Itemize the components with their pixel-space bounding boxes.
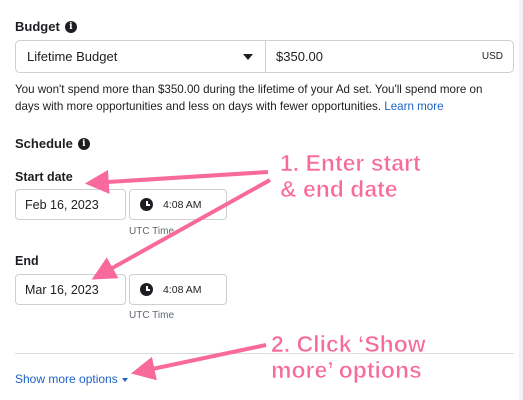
annotation-arrows <box>84 169 271 381</box>
arrow-to-start-date <box>84 169 269 194</box>
annotation-step-1: 1. Enter start & end date <box>280 150 421 203</box>
annotation-step-2: 2. Click ‘Show more’ options <box>271 331 426 384</box>
arrow-to-show-more <box>130 343 267 381</box>
arrow-to-end-date <box>91 178 271 280</box>
annotation-step-2-line-2: more’ options <box>271 357 422 384</box>
annotation-step-1-line-2: & end date <box>280 176 398 203</box>
annotation-step-1-line-1: 1. Enter start <box>280 150 421 177</box>
annotation-step-2-line-1: 2. Click ‘Show <box>271 331 426 358</box>
